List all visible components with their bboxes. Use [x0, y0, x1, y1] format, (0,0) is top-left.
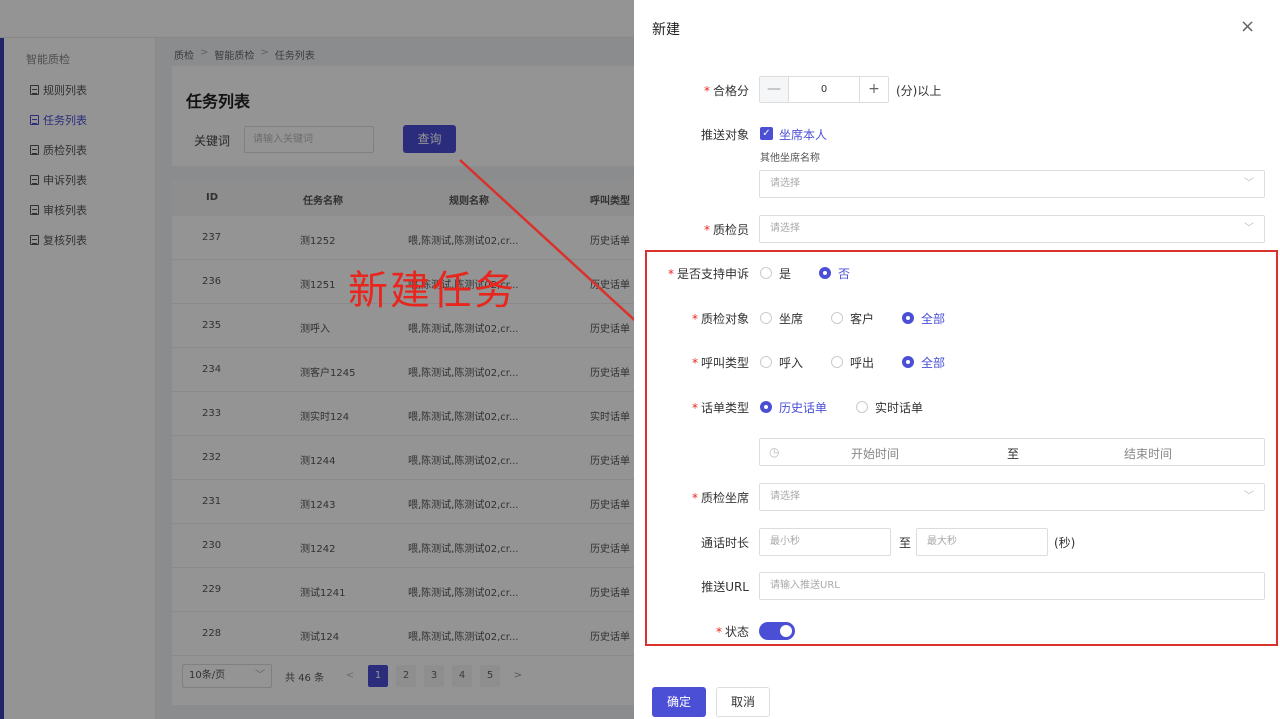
status-toggle[interactable]: [759, 622, 795, 640]
radio-bill-history[interactable]: [760, 401, 772, 413]
radio-bill-realtime[interactable]: [856, 401, 868, 413]
inspect-agent-label: * 质检坐席: [691, 491, 749, 505]
inspect-target-label: * 质检对象: [691, 312, 749, 326]
checkbox-label: 坐席本人: [779, 128, 828, 142]
radio-target-agent[interactable]: [760, 312, 772, 324]
checkbox-agent-self[interactable]: ✓: [760, 127, 773, 140]
duration-label: 通话时长: [700, 536, 749, 550]
radio-label: 呼入: [779, 356, 804, 370]
appeal-label: * 是否支持申诉: [667, 267, 749, 281]
radio-label: 是: [779, 267, 792, 281]
cancel-button[interactable]: 取消: [716, 687, 770, 717]
pass-score-stepper: — 0 +: [759, 76, 889, 103]
chevron-down-icon: ﹀: [1244, 178, 1254, 189]
min-seconds-input[interactable]: 最小秒: [759, 528, 891, 556]
push-url-input[interactable]: 请输入推送URL: [759, 572, 1265, 600]
other-agents-select[interactable]: 请选择 ﹀: [759, 170, 1265, 198]
range-separator: 至: [1007, 447, 1020, 461]
radio-label: 否: [838, 267, 851, 281]
duration-separator: 至: [899, 536, 912, 550]
push-target-label: 推送对象: [700, 128, 749, 142]
radio-call-inbound[interactable]: [760, 356, 772, 368]
increment-button[interactable]: +: [860, 77, 888, 102]
chevron-down-icon: ﹀: [1244, 491, 1254, 502]
time-range-picker[interactable]: ◷ 开始时间 至 结束时间: [759, 438, 1265, 466]
radio-label: 全部: [921, 356, 946, 370]
create-drawer: 新建 × * 合格分 — 0 + (分)以上 推送对象 ✓ 坐席本人 其他坐席名称…: [634, 0, 1280, 719]
radio-label: 实时话单: [875, 401, 924, 415]
radio-appeal-no[interactable]: [819, 267, 831, 279]
decrement-button[interactable]: —: [760, 77, 788, 102]
clock-icon: ◷: [769, 445, 780, 459]
select-placeholder: 请选择: [770, 223, 800, 234]
annotation-text: 新建任务: [348, 268, 516, 314]
pass-score-suffix: (分)以上: [896, 84, 942, 98]
inspect-agent-select[interactable]: 请选择 ﹀: [759, 483, 1265, 511]
bill-type-label: * 话单类型: [691, 401, 749, 415]
radio-label: 呼出: [850, 356, 875, 370]
radio-label: 历史话单: [779, 401, 828, 415]
status-label: * 状态: [715, 625, 749, 639]
radio-call-all[interactable]: [902, 356, 914, 368]
call-type-label: * 呼叫类型: [691, 356, 749, 370]
drawer-title: 新建: [652, 22, 680, 38]
other-agents-label: 其他坐席名称: [760, 153, 820, 164]
radio-label: 全部: [921, 312, 946, 326]
radio-label: 客户: [850, 312, 875, 326]
max-seconds-input[interactable]: 最大秒: [916, 528, 1048, 556]
radio-call-outbound[interactable]: [831, 356, 843, 368]
radio-label: 坐席: [779, 312, 804, 326]
inspector-label: * 质检员: [703, 223, 749, 237]
select-placeholder: 请选择: [770, 491, 800, 502]
chevron-down-icon: ﹀: [1244, 223, 1254, 234]
radio-target-all[interactable]: [902, 312, 914, 324]
radio-appeal-yes[interactable]: [760, 267, 772, 279]
modal-overlay[interactable]: [0, 0, 634, 719]
end-time-input[interactable]: 结束时间: [1124, 445, 1172, 462]
confirm-button[interactable]: 确定: [652, 687, 706, 717]
radio-target-customer[interactable]: [831, 312, 843, 324]
close-icon[interactable]: ×: [1240, 16, 1255, 37]
select-placeholder: 请选择: [770, 178, 800, 189]
inspector-select[interactable]: 请选择 ﹀: [759, 215, 1265, 243]
duration-suffix: (秒): [1054, 536, 1076, 550]
pass-score-input[interactable]: 0: [788, 77, 860, 102]
pass-score-label: * 合格分: [703, 84, 749, 98]
push-url-label: 推送URL: [701, 580, 749, 594]
start-time-input[interactable]: 开始时间: [851, 445, 899, 462]
